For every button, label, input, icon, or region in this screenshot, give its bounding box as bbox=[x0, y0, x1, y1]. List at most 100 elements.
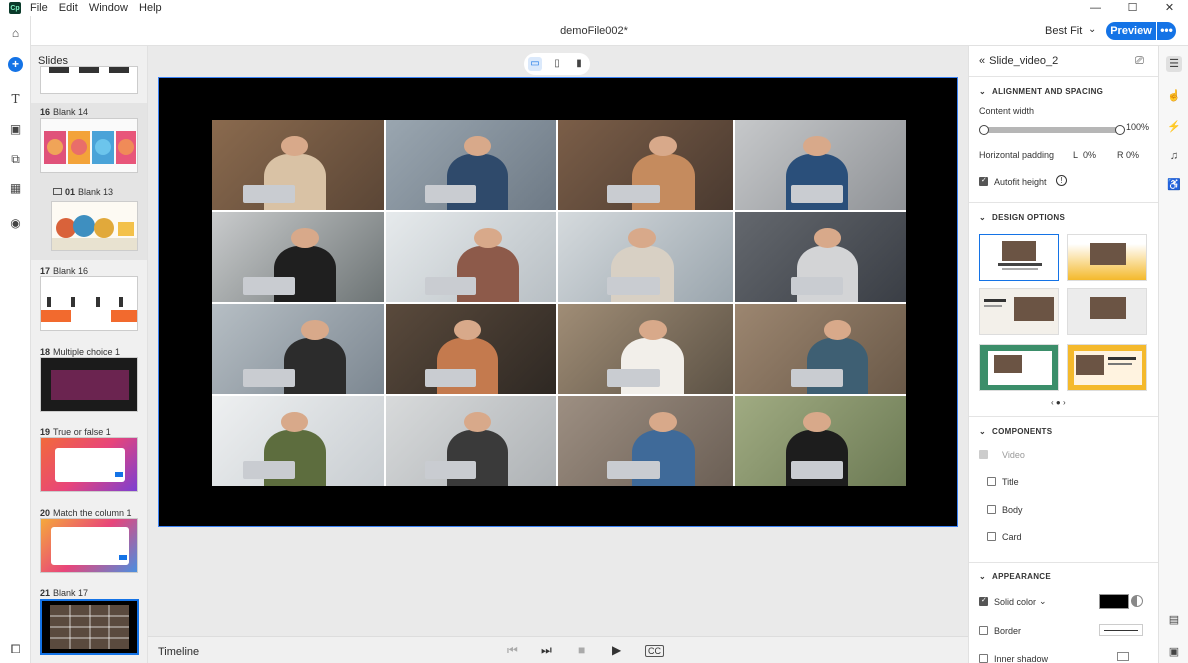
play-icon[interactable]: ▶ bbox=[612, 643, 621, 657]
slide-label-01[interactable]: 01 Blank 13 bbox=[53, 187, 113, 197]
design-option-1[interactable] bbox=[979, 234, 1059, 281]
zoom-dropdown[interactable]: Best Fit bbox=[1045, 25, 1082, 37]
mobile-icon[interactable]: ▮ bbox=[572, 57, 586, 71]
padding-left-input[interactable]: 0% bbox=[1083, 150, 1096, 160]
video-tile bbox=[212, 120, 384, 210]
component-title-label: Title bbox=[1002, 477, 1019, 487]
top-toolbar: demoFile002* Best Fit ⌄ Preview ••• bbox=[0, 16, 1188, 46]
text-icon[interactable]: T bbox=[8, 92, 23, 107]
timeline-label[interactable]: Timeline bbox=[158, 646, 199, 658]
stop-icon[interactable]: ■ bbox=[578, 643, 585, 657]
slider-min-handle[interactable] bbox=[979, 125, 989, 135]
person-head bbox=[628, 228, 656, 248]
slide-thumbnail-17[interactable] bbox=[40, 276, 138, 331]
slide-thumbnail-previous[interactable] bbox=[40, 66, 138, 94]
info-icon[interactable]: ! bbox=[1056, 175, 1067, 186]
accessibility-icon[interactable]: ♿ bbox=[1166, 177, 1182, 193]
content-width-slider[interactable] bbox=[984, 127, 1120, 133]
alignment-section-header[interactable]: ⌄ ALIGNMENT AND SPACING bbox=[979, 87, 1103, 96]
border-checkbox[interactable] bbox=[979, 626, 988, 635]
video-tile bbox=[212, 212, 384, 302]
slide-thumbnail-18[interactable] bbox=[40, 357, 138, 412]
slide-thumbnail-01[interactable] bbox=[51, 201, 138, 251]
design-option-6[interactable] bbox=[1067, 344, 1147, 391]
properties-icon[interactable]: ☰ bbox=[1166, 56, 1182, 72]
animation-icon[interactable]: ⚡ bbox=[1166, 119, 1182, 135]
title-checkbox[interactable] bbox=[987, 477, 996, 486]
add-icon[interactable]: + bbox=[8, 57, 23, 72]
close-window-button[interactable]: ✕ bbox=[1151, 0, 1188, 16]
slide-thumbnail-16[interactable] bbox=[40, 118, 138, 173]
help-icon[interactable]: ▣ bbox=[1166, 644, 1182, 660]
more-options-button[interactable]: ••• bbox=[1157, 22, 1176, 40]
laptop bbox=[607, 460, 660, 479]
body-checkbox[interactable] bbox=[987, 505, 996, 514]
interactions-icon[interactable]: ☝ bbox=[1166, 88, 1182, 104]
slide-thumbnail-21[interactable] bbox=[40, 599, 139, 655]
inner-shadow-checkbox[interactable] bbox=[979, 654, 988, 663]
design-option-4[interactable] bbox=[1067, 288, 1147, 335]
slide-label-20[interactable]: 20 Match the column 1 bbox=[40, 508, 132, 518]
design-option-3[interactable] bbox=[979, 288, 1059, 335]
person-head bbox=[649, 136, 677, 156]
video-grid[interactable] bbox=[212, 120, 906, 486]
design-option-2[interactable] bbox=[1067, 234, 1147, 281]
step-forward-icon[interactable]: ⏭ bbox=[541, 643, 552, 658]
menu-edit[interactable]: Edit bbox=[59, 2, 78, 14]
record-icon[interactable]: ◉ bbox=[8, 216, 23, 231]
device-switcher: ▭ ▯ ▮ bbox=[524, 53, 590, 75]
tablet-icon[interactable]: ▯ bbox=[550, 57, 564, 71]
slide-label-21[interactable]: 21 Blank 17 bbox=[40, 588, 88, 598]
solid-color-label[interactable]: Solid color bbox=[994, 597, 1036, 607]
minimize-button[interactable]: — bbox=[1077, 0, 1114, 16]
chevron-down-icon[interactable]: ⌄ bbox=[1088, 24, 1096, 35]
person-head bbox=[464, 412, 492, 432]
design-pager[interactable]: ‹ ● › bbox=[1051, 398, 1066, 407]
document-title: demoFile002* bbox=[560, 25, 628, 37]
slide-thumbnail-19[interactable] bbox=[40, 437, 138, 492]
closed-captions-icon[interactable]: CC bbox=[645, 645, 664, 657]
color-swatch[interactable] bbox=[1099, 594, 1129, 609]
color-mode-icon[interactable] bbox=[1131, 595, 1143, 607]
slide-stage[interactable] bbox=[158, 77, 958, 527]
interactions-icon[interactable]: ⧉ bbox=[8, 152, 23, 167]
step-back-icon[interactable]: ⏮ bbox=[507, 643, 518, 658]
widgets-icon[interactable]: ▦ bbox=[8, 181, 23, 196]
properties-panel: «Slide_video_2 ⎚ ⌄ ALIGNMENT AND SPACING … bbox=[968, 46, 1158, 663]
padding-right-input[interactable]: 0% bbox=[1126, 150, 1139, 160]
design-option-5[interactable] bbox=[979, 344, 1059, 391]
maximize-button[interactable]: ☐ bbox=[1114, 0, 1151, 16]
slider-max-handle[interactable] bbox=[1115, 125, 1125, 135]
border-style-picker[interactable] bbox=[1099, 624, 1143, 636]
shadow-picker-icon[interactable] bbox=[1117, 652, 1129, 661]
slide-label-16[interactable]: 16 Blank 14 bbox=[40, 107, 88, 117]
desktop-icon[interactable]: ▭ bbox=[528, 57, 542, 71]
home-icon[interactable]: ⌂ bbox=[8, 26, 23, 41]
slide-label-17[interactable]: 17 Blank 16 bbox=[40, 266, 88, 276]
app-window: Cp File Edit Window Help — ☐ ✕ demoFile0… bbox=[0, 0, 1188, 663]
menu-bar: File Edit Window Help bbox=[30, 2, 170, 14]
collapse-icon[interactable]: « bbox=[979, 55, 985, 67]
menu-help[interactable]: Help bbox=[139, 2, 162, 14]
card-checkbox[interactable] bbox=[987, 532, 996, 541]
slide-label-19[interactable]: 19 True or false 1 bbox=[40, 427, 111, 437]
slide-label-18[interactable]: 18 Multiple choice 1 bbox=[40, 347, 120, 357]
autofit-checkbox[interactable] bbox=[979, 176, 988, 186]
chevron-down-icon[interactable]: ⌄ bbox=[1039, 596, 1047, 607]
laptop bbox=[425, 276, 477, 295]
menu-window[interactable]: Window bbox=[89, 2, 128, 14]
library-icon[interactable]: ⧠ bbox=[8, 642, 23, 657]
chevron-down-icon: ⌄ bbox=[979, 427, 987, 436]
screen-icon[interactable]: ⎚ bbox=[1135, 55, 1144, 68]
design-options-section-header[interactable]: ⌄ DESIGN OPTIONS bbox=[979, 213, 1065, 222]
media-icon[interactable]: ▣ bbox=[8, 122, 23, 137]
menu-file[interactable]: File bbox=[30, 2, 48, 14]
audio-icon[interactable]: ♫ bbox=[1166, 148, 1182, 164]
solid-color-checkbox[interactable] bbox=[979, 596, 988, 606]
appearance-section-header[interactable]: ⌄ APPEARANCE bbox=[979, 572, 1051, 581]
preview-button[interactable]: Preview bbox=[1106, 22, 1156, 40]
components-section-header[interactable]: ⌄ COMPONENTS bbox=[979, 427, 1052, 436]
slide-thumbnail-20[interactable] bbox=[40, 518, 138, 573]
video-tile bbox=[386, 120, 556, 210]
comments-icon[interactable]: ▤ bbox=[1166, 612, 1182, 628]
